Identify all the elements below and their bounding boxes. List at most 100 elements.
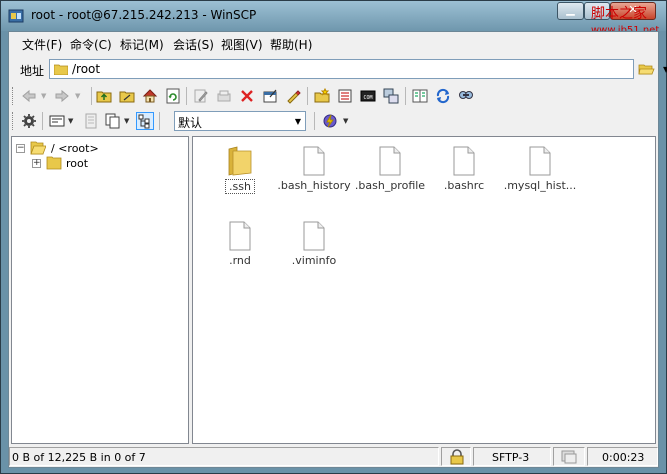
view-mode-icon[interactable] [49, 113, 65, 129]
directory-tree[interactable]: − / <root> + root [11, 136, 189, 444]
chevron-down-icon[interactable]: ▼ [663, 65, 667, 74]
title-bar[interactable]: root - root@67.215.242.213 - WinSCP ▁ □ … [1, 1, 666, 36]
copy-dropdown-icon[interactable]: ▼ [124, 117, 129, 125]
minimize-button[interactable]: ▁ [557, 2, 584, 20]
file-icon [229, 221, 251, 251]
address-path: /root [72, 62, 101, 76]
file-item[interactable]: .bashrc [425, 141, 503, 209]
file-name: .bash_profile [354, 179, 426, 192]
open-folder-icon[interactable] [637, 60, 655, 78]
file-item[interactable]: .viminfo [275, 216, 353, 284]
menu-session[interactable]: 会话(S) [173, 36, 214, 53]
winscp-window: root - root@67.215.242.213 - WinSCP ▁ □ … [0, 0, 667, 474]
menu-commands[interactable]: 命令(C) [70, 36, 112, 53]
file-list[interactable]: .ssh .bash_history .bash_profile .bashrc… [192, 136, 656, 444]
open-folder-icon [30, 141, 46, 155]
file-name: .bash_history [277, 179, 351, 192]
chevron-down-icon[interactable]: ▼ [295, 117, 301, 126]
find-files-icon[interactable] [458, 88, 474, 104]
window-title: root - root@67.215.242.213 - WinSCP [31, 8, 257, 22]
transfer-settings-dropdown-icon[interactable]: ▼ [343, 117, 348, 125]
menu-file[interactable]: 文件(F) [22, 36, 62, 53]
address-input[interactable]: /root ▼ [49, 59, 667, 79]
file-name: .ssh [225, 179, 255, 194]
new-folder-icon[interactable] [314, 88, 330, 104]
back-dropdown-icon[interactable]: ▼ [41, 92, 46, 100]
menu-mark[interactable]: 标记(M) [120, 36, 164, 53]
status-bar: 0 B of 12,225 B in 0 of 7 SFTP-3 0:00:23 [9, 446, 658, 467]
menu-help[interactable]: 帮助(H) [270, 36, 312, 53]
forward-dropdown-icon[interactable]: ▼ [75, 92, 80, 100]
view-mode-dropdown-icon[interactable]: ▼ [68, 117, 73, 125]
copy-icon[interactable] [105, 113, 121, 129]
toolbar-separator [307, 87, 308, 105]
edit-icon[interactable] [193, 88, 209, 104]
toolbar-grip[interactable] [12, 112, 16, 130]
status-protocol-text: SFTP-3 [492, 451, 530, 464]
file-item[interactable]: .rnd [201, 216, 279, 284]
toolbar-grip[interactable] [12, 87, 16, 105]
open-icon[interactable] [216, 88, 232, 104]
status-compression[interactable] [553, 447, 585, 466]
toolbar-separator [314, 112, 315, 130]
file-icon [379, 146, 401, 176]
status-selection: 0 B of 12,225 B in 0 of 7 [9, 447, 439, 466]
navigation-toolbar: ▼ ▼ COM [9, 84, 658, 108]
transfer-settings-icon[interactable] [322, 113, 338, 129]
folder-icon [54, 64, 68, 75]
lock-icon [450, 449, 464, 465]
file-item[interactable]: .bash_profile [351, 141, 429, 209]
file-icon [303, 146, 325, 176]
sync-browsing-icon[interactable] [435, 88, 451, 104]
file-icon [453, 146, 475, 176]
toolbar-separator [42, 112, 43, 130]
toolbar-separator [186, 87, 187, 105]
toolbar-separator [159, 112, 160, 130]
file-item[interactable]: .mysql_hist... [501, 141, 579, 209]
session-toolbar: ▼ ▼ 默认 ▼ ▼ [9, 109, 658, 133]
rename-icon[interactable] [285, 88, 301, 104]
tree-collapse-icon[interactable]: − [16, 144, 25, 153]
minimize-icon: ▁ [566, 3, 575, 16]
refresh-icon[interactable] [165, 88, 181, 104]
synchronize-icon[interactable] [383, 88, 399, 104]
forward-arrow-icon[interactable] [54, 88, 70, 104]
winscp-app-icon[interactable] [8, 8, 24, 24]
address-label: 地址 [20, 64, 45, 78]
svg-text:COM: COM [363, 95, 372, 101]
gear-icon[interactable] [21, 113, 37, 129]
file-name: .viminfo [291, 254, 337, 267]
folder-icon [228, 146, 252, 176]
terminal-icon[interactable]: COM [360, 88, 376, 104]
file-item[interactable]: .ssh [201, 141, 279, 209]
parent-directory-icon[interactable] [96, 88, 112, 104]
status-selection-text: 0 B of 12,225 B in 0 of 7 [12, 451, 146, 464]
file-name: .bashrc [443, 179, 485, 192]
file-name: .rnd [229, 254, 251, 267]
file-icon [529, 146, 551, 176]
menu-bar: 文件(F) 命令(C) 标记(M) 会话(S) 视图(V) 帮助(H) [9, 32, 658, 56]
queue-icon[interactable] [337, 88, 353, 104]
back-arrow-icon[interactable] [21, 88, 37, 104]
tree-toggle-icon[interactable] [136, 112, 154, 130]
properties-icon[interactable] [262, 88, 278, 104]
details-view-icon[interactable] [83, 113, 99, 129]
menu-view[interactable]: 视图(V) [221, 36, 263, 53]
compare-directories-icon[interactable] [412, 88, 428, 104]
watermark-text: 脚本之家 [591, 6, 647, 22]
status-protocol[interactable]: SFTP-3 [473, 447, 551, 466]
session-combo-value: 默认 [178, 116, 203, 130]
root-directory-icon[interactable] [119, 88, 135, 104]
tree-expand-icon[interactable]: + [32, 159, 41, 168]
home-icon[interactable] [142, 88, 158, 104]
tree-label-root: / <root> [51, 142, 99, 155]
status-elapsed-text: 0:00:23 [602, 451, 645, 464]
delete-icon[interactable] [239, 88, 255, 104]
status-elapsed: 0:00:23 [587, 447, 658, 466]
file-icon [303, 221, 325, 251]
toolbar-separator [405, 87, 406, 105]
file-item[interactable]: .bash_history [275, 141, 353, 209]
file-name: .mysql_hist... [503, 179, 577, 192]
status-encryption[interactable] [441, 447, 471, 466]
session-combo[interactable]: 默认 ▼ [174, 111, 306, 131]
